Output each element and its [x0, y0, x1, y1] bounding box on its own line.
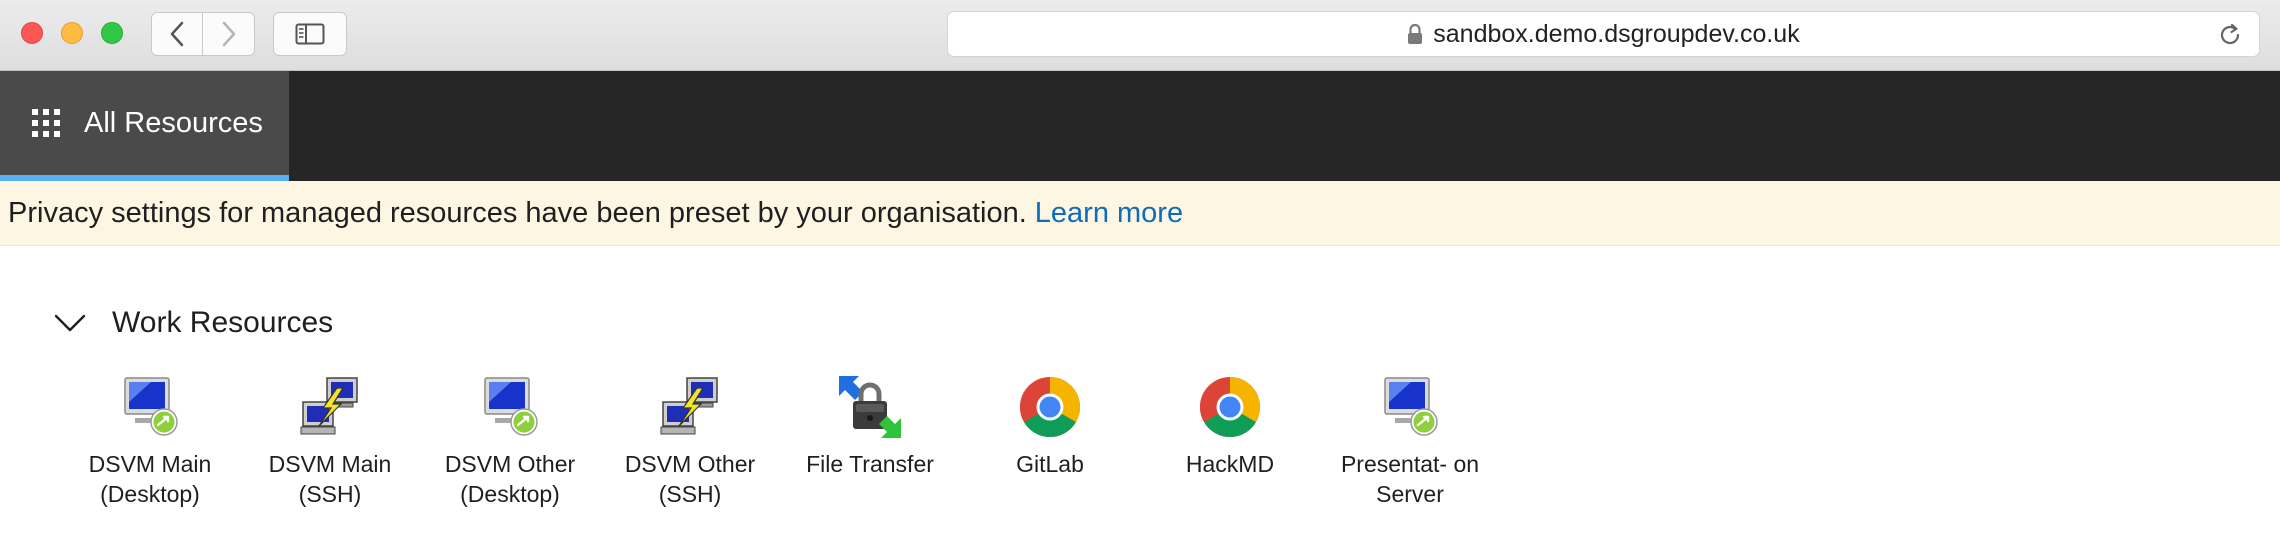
- browser-toolbar: sandbox.demo.dsgroupdev.co.uk: [0, 0, 2280, 71]
- remote-desktop-icon: [1384, 377, 1438, 436]
- address-bar[interactable]: sandbox.demo.dsgroupdev.co.uk: [947, 11, 2260, 57]
- chevron-right-icon: [222, 21, 235, 47]
- resource-hackmd[interactable]: HackMD: [1140, 372, 1320, 509]
- resource-list: DSVM Main (Desktop) DSVM Main (SSH) DSVM…: [60, 372, 1500, 509]
- resource-dsvm-main-ssh[interactable]: DSVM Main (SSH): [240, 372, 420, 509]
- lock-icon: [1408, 23, 1423, 44]
- ssh-terminal-icon: [660, 377, 718, 435]
- sidebar-toggle-button[interactable]: [273, 12, 347, 56]
- resource-dsvm-other-desktop[interactable]: DSVM Other (Desktop): [420, 372, 600, 509]
- resource-label: Presentat- on Server: [1340, 451, 1480, 507]
- reload-icon[interactable]: [2217, 22, 2243, 48]
- chrome-icon: [1019, 377, 1081, 438]
- resource-label: DSVM Main (SSH): [268, 451, 392, 507]
- resource-dsvm-other-ssh[interactable]: DSVM Other (SSH): [600, 372, 780, 509]
- section-title: Work Resources: [112, 306, 334, 339]
- app-header: All Resources: [0, 71, 2280, 181]
- privacy-banner: Privacy settings for managed resources h…: [0, 181, 2280, 246]
- chevron-down-icon[interactable]: [54, 313, 86, 333]
- close-window-button[interactable]: [21, 22, 43, 44]
- all-resources-label: All Resources: [84, 106, 263, 139]
- resource-label: GitLab: [1016, 451, 1084, 477]
- url-text: sandbox.demo.dsgroupdev.co.uk: [1433, 19, 1800, 48]
- resource-label: DSVM Other (Desktop): [444, 451, 576, 507]
- resource-label: DSVM Main (Desktop): [88, 451, 212, 507]
- minimize-window-button[interactable]: [61, 22, 83, 44]
- resource-presentation-server[interactable]: Presentat- on Server: [1320, 372, 1500, 509]
- resource-label: HackMD: [1185, 451, 1275, 477]
- chrome-icon: [1199, 377, 1261, 438]
- remote-desktop-icon: [484, 377, 538, 436]
- work-resources-section-header[interactable]: Work Resources: [54, 306, 333, 340]
- app-grid-icon: [32, 109, 60, 137]
- resource-gitlab[interactable]: GitLab: [960, 372, 1140, 509]
- resource-label: File Transfer: [806, 451, 934, 477]
- resource-file-transfer[interactable]: File Transfer: [780, 372, 960, 509]
- chevron-left-icon: [170, 21, 184, 47]
- privacy-banner-message: Privacy settings for managed resources h…: [8, 196, 1027, 229]
- remote-desktop-icon: [124, 377, 178, 436]
- file-transfer-icon: [839, 376, 901, 438]
- learn-more-link[interactable]: Learn more: [1035, 197, 1183, 230]
- back-button[interactable]: [151, 12, 203, 56]
- resource-label: DSVM Other (SSH): [624, 451, 756, 507]
- forward-button[interactable]: [203, 12, 255, 56]
- zoom-window-button[interactable]: [101, 22, 123, 44]
- resource-dsvm-main-desktop[interactable]: DSVM Main (Desktop): [60, 372, 240, 509]
- sidebar-icon: [295, 23, 325, 45]
- all-resources-tab[interactable]: All Resources: [0, 71, 289, 181]
- ssh-terminal-icon: [300, 377, 358, 435]
